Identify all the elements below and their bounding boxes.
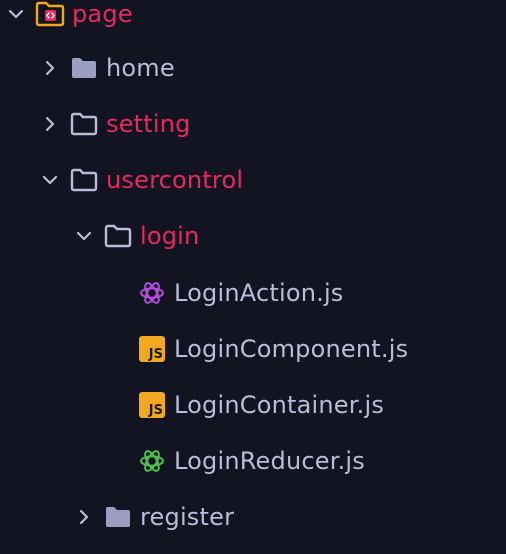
- js-icon: JS: [136, 391, 168, 419]
- folder-src-icon: [34, 0, 66, 28]
- folder-icon: [102, 503, 134, 531]
- tree-item-label: page: [72, 0, 133, 28]
- tree-item-logincontainer-js[interactable]: JS LoginContainer.js: [106, 385, 384, 425]
- chevron-down-icon[interactable]: [4, 2, 28, 26]
- js-badge: JS: [139, 336, 165, 362]
- tree-item-label: LoginAction.js: [174, 279, 344, 307]
- tree-item-register[interactable]: register: [72, 497, 234, 537]
- folder-open-icon: [102, 222, 134, 250]
- file-explorer-tree: page home setting usercontrol login Logi…: [0, 0, 506, 554]
- js-icon: JS: [136, 335, 168, 363]
- tree-item-label: LoginContainer.js: [174, 391, 385, 419]
- tree-item-usercontrol[interactable]: usercontrol: [38, 160, 243, 200]
- js-badge: JS: [139, 392, 165, 418]
- tree-item-label: LoginReducer.js: [174, 447, 365, 475]
- tree-item-label: LoginComponent.js: [174, 335, 409, 363]
- tree-item-login[interactable]: login: [72, 216, 199, 256]
- tree-item-label: login: [140, 222, 200, 250]
- tree-item-label: home: [106, 54, 175, 82]
- chevron-right-icon[interactable]: [72, 505, 96, 529]
- tree-item-page[interactable]: page: [4, 0, 133, 34]
- tree-item-label: usercontrol: [106, 166, 244, 194]
- folder-open-icon: [68, 166, 100, 194]
- folder-open-icon: [68, 110, 100, 138]
- redux-icon: [136, 447, 168, 475]
- tree-item-home[interactable]: home: [38, 48, 175, 88]
- tree-item-label: setting: [106, 110, 191, 138]
- redux-icon: [136, 279, 168, 307]
- tree-item-loginaction-js[interactable]: LoginAction.js: [106, 273, 344, 313]
- tree-item-setting[interactable]: setting: [38, 104, 191, 144]
- folder-icon: [68, 54, 100, 82]
- chevron-down-icon[interactable]: [72, 224, 96, 248]
- tree-item-label: register: [140, 503, 235, 531]
- chevron-right-icon[interactable]: [38, 112, 62, 136]
- tree-item-logincomponent-js[interactable]: JS LoginComponent.js: [106, 329, 408, 369]
- tree-item-loginreducer-js[interactable]: LoginReducer.js: [106, 441, 365, 481]
- chevron-right-icon[interactable]: [38, 56, 62, 80]
- chevron-down-icon[interactable]: [38, 168, 62, 192]
